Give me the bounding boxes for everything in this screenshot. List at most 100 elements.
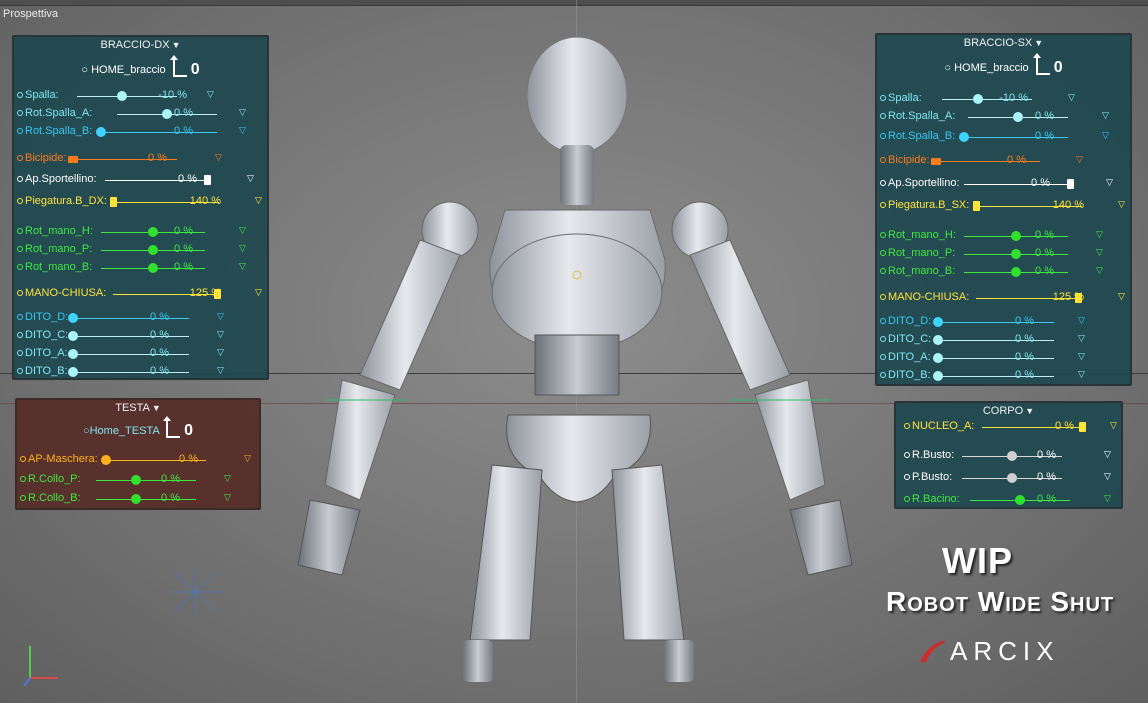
chevron-down-icon[interactable]: ▽ bbox=[1078, 369, 1085, 380]
slider-value[interactable]: 125 % bbox=[187, 287, 221, 299]
slider-track[interactable] bbox=[938, 340, 1054, 341]
slider-value[interactable]: 0 % bbox=[135, 329, 169, 341]
slider-value[interactable]: 0 % bbox=[159, 107, 193, 119]
home-arrow-icon[interactable] bbox=[169, 55, 187, 77]
chevron-down-icon[interactable]: ▽ bbox=[239, 243, 246, 254]
slider-knob[interactable] bbox=[973, 201, 980, 211]
chevron-down-icon[interactable]: ▽ bbox=[244, 453, 251, 464]
slider-value[interactable]: 0 % bbox=[1020, 229, 1054, 241]
reset-dot-icon[interactable] bbox=[880, 372, 886, 378]
slider-knob[interactable] bbox=[1079, 422, 1086, 432]
home-arrow-icon[interactable] bbox=[1032, 53, 1050, 75]
panel-title[interactable]: BRACCIO-DX ▼ bbox=[14, 39, 267, 51]
home-row[interactable]: ○ HOME_braccio 0 bbox=[14, 55, 267, 79]
reset-dot-icon[interactable] bbox=[880, 250, 886, 256]
slider-row-rot-mano-b[interactable]: Rot_mano_B: 0 % ▽ bbox=[880, 263, 1120, 281]
slider-row-dito-d[interactable]: DITO_D: 0 % ▽ bbox=[17, 309, 257, 327]
slider-knob[interactable] bbox=[933, 353, 943, 363]
slider-row-dito-b[interactable]: DITO_B: 0 % ▽ bbox=[880, 367, 1120, 385]
chevron-down-icon[interactable]: ▽ bbox=[239, 125, 246, 136]
slider-knob[interactable] bbox=[148, 245, 158, 255]
slider-knob[interactable] bbox=[148, 227, 158, 237]
chevron-down-icon[interactable]: ▽ bbox=[1096, 265, 1103, 276]
reset-dot-icon[interactable] bbox=[880, 113, 886, 119]
slider-knob[interactable] bbox=[68, 367, 78, 377]
dropdown-triangle-icon[interactable]: ▼ bbox=[172, 40, 181, 50]
chevron-down-icon[interactable]: ▽ bbox=[1078, 315, 1085, 326]
reset-dot-icon[interactable] bbox=[17, 368, 23, 374]
slider-row-rot-spalla-b[interactable]: Rot.Spalla_B: 0 % ▽ bbox=[880, 128, 1120, 146]
slider-value[interactable]: 0 % bbox=[1020, 247, 1054, 259]
panel-title[interactable]: TESTA ▼ bbox=[17, 402, 259, 414]
reset-dot-icon[interactable] bbox=[20, 456, 26, 462]
chevron-down-icon[interactable]: ▽ bbox=[217, 365, 224, 376]
slider-row-spalla[interactable]: Spalla: -10 % ▽ bbox=[880, 90, 1120, 108]
slider-value[interactable]: 0 % bbox=[1000, 315, 1034, 327]
chevron-down-icon[interactable]: ▽ bbox=[255, 195, 262, 206]
slider-row-rot-spalla-a[interactable]: Rot.Spalla_A: 0 % ▽ bbox=[17, 105, 257, 123]
reset-dot-icon[interactable] bbox=[17, 176, 23, 182]
chevron-down-icon[interactable]: ▽ bbox=[217, 347, 224, 358]
reset-dot-icon[interactable] bbox=[17, 155, 23, 161]
chevron-down-icon[interactable]: ▽ bbox=[1118, 199, 1125, 210]
slider-row-piegatura-b-sx[interactable]: Piegatura.B_SX: 140 % ▽ bbox=[880, 197, 1125, 215]
slider-value[interactable]: 0 % bbox=[1020, 110, 1054, 122]
slider-knob[interactable] bbox=[933, 371, 943, 381]
slider-knob[interactable] bbox=[203, 175, 211, 185]
chevron-down-icon[interactable]: ▽ bbox=[1096, 247, 1103, 258]
reset-dot-icon[interactable] bbox=[17, 246, 23, 252]
reset-dot-icon[interactable] bbox=[880, 95, 886, 101]
reset-dot-icon[interactable] bbox=[17, 332, 23, 338]
chevron-down-icon[interactable]: ▽ bbox=[1078, 351, 1085, 362]
slider-row-rot-mano-p[interactable]: Rot_mano_P: 0 % ▽ bbox=[880, 245, 1120, 263]
chevron-down-icon[interactable]: ▽ bbox=[224, 473, 231, 484]
slider-row-p-busto[interactable]: P.Busto: 0 % ▽ bbox=[904, 469, 1144, 487]
slider-row-rot-spalla-a[interactable]: Rot.Spalla_A: 0 % ▽ bbox=[880, 108, 1120, 126]
slider-row-ap-maschera[interactable]: AP-Maschera: 0 % ▽ bbox=[20, 451, 260, 469]
reset-dot-icon[interactable] bbox=[880, 232, 886, 238]
panel-title[interactable]: CORPO ▼ bbox=[896, 405, 1121, 417]
slider-row-dito-b[interactable]: DITO_B: 0 % ▽ bbox=[17, 363, 257, 381]
slider-knob[interactable] bbox=[973, 94, 983, 104]
slider-knob[interactable] bbox=[101, 455, 111, 465]
slider-track[interactable] bbox=[73, 354, 189, 355]
slider-row-nucleo-a[interactable]: NUCLEO_A: 0 % ▽ bbox=[904, 418, 1144, 436]
slider-track[interactable] bbox=[938, 376, 1054, 377]
slider-value[interactable]: 0 % bbox=[1022, 471, 1056, 483]
slider-value[interactable]: 0 % bbox=[159, 125, 193, 137]
slider-value[interactable]: 0 % bbox=[1000, 369, 1034, 381]
chevron-down-icon[interactable]: ▽ bbox=[215, 152, 222, 163]
chevron-down-icon[interactable]: ▽ bbox=[1068, 92, 1075, 103]
slider-row-r-collo-b[interactable]: R.Collo_B: 0 % ▽ bbox=[20, 490, 260, 508]
slider-knob[interactable] bbox=[110, 197, 117, 207]
slider-value[interactable]: -10 % bbox=[994, 92, 1028, 104]
slider-row-ap-sportellino[interactable]: Ap.Sportellino: 0 % ▽ bbox=[880, 175, 1120, 193]
dropdown-triangle-icon[interactable]: ▼ bbox=[152, 403, 161, 413]
chevron-down-icon[interactable]: ▽ bbox=[1104, 471, 1111, 482]
chevron-down-icon[interactable]: ▽ bbox=[239, 261, 246, 272]
reset-dot-icon[interactable] bbox=[904, 423, 910, 429]
slider-knob[interactable] bbox=[117, 91, 127, 101]
slider-knob[interactable] bbox=[1066, 179, 1074, 189]
slider-row-ap-sportellino[interactable]: Ap.Sportellino: 0 % ▽ bbox=[17, 171, 257, 189]
reset-dot-icon[interactable] bbox=[17, 264, 23, 270]
reset-dot-icon[interactable] bbox=[17, 110, 23, 116]
slider-value[interactable]: 0 % bbox=[135, 347, 169, 359]
slider-row-dito-c[interactable]: DITO_C: 0 % ▽ bbox=[880, 331, 1120, 349]
reset-dot-icon[interactable] bbox=[880, 133, 886, 139]
slider-knob[interactable] bbox=[148, 263, 158, 273]
slider-value[interactable]: 140 % bbox=[1050, 199, 1084, 211]
reset-dot-icon[interactable] bbox=[880, 318, 886, 324]
reset-dot-icon[interactable] bbox=[17, 314, 23, 320]
slider-track[interactable] bbox=[938, 322, 1054, 323]
slider-value[interactable]: 0 % bbox=[135, 311, 169, 323]
slider-value[interactable]: 0 % bbox=[1020, 265, 1054, 277]
slider-value[interactable]: 0 % bbox=[133, 152, 167, 164]
slider-value[interactable]: -10 % bbox=[153, 89, 187, 101]
reset-dot-icon[interactable] bbox=[880, 268, 886, 274]
slider-value[interactable]: 0 % bbox=[992, 154, 1026, 166]
slider-knob[interactable] bbox=[933, 335, 943, 345]
chevron-down-icon[interactable]: ▽ bbox=[224, 492, 231, 503]
slider-row-dito-d[interactable]: DITO_D: 0 % ▽ bbox=[880, 313, 1120, 331]
slider-row-dito-a[interactable]: DITO_A: 0 % ▽ bbox=[880, 349, 1120, 367]
